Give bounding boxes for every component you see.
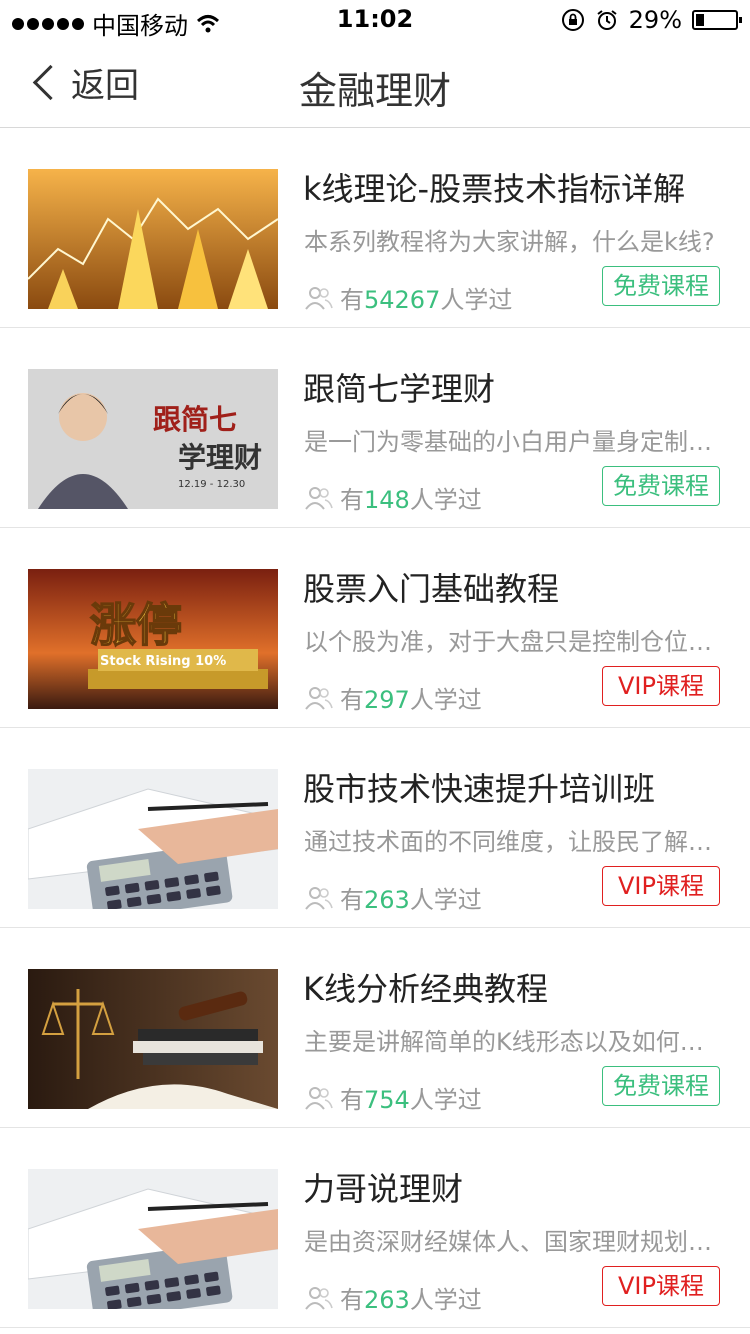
- status-bar: 中国移动 11:02 29%: [0, 0, 750, 40]
- course-thumbnail[interactable]: 涨停 Stock Rising 10%: [28, 569, 278, 709]
- page-title: 金融理财: [298, 69, 451, 113]
- course-tag[interactable]: 免费课程: [602, 466, 720, 506]
- course-description: 主要是讲解简单的K线形态以及如何…: [304, 1028, 704, 1056]
- course-thumbnail[interactable]: 跟简七 学理财 12.19 - 12.30: [28, 369, 278, 509]
- learners-prefix: 有: [340, 1086, 364, 1114]
- users-icon: [305, 486, 333, 510]
- svg-text:学理财: 学理财: [178, 441, 262, 474]
- battery-percent: 29%: [628, 6, 682, 34]
- course-title: 力哥说理财: [303, 1170, 464, 1208]
- svg-text:跟简七: 跟简七: [153, 403, 237, 436]
- learners-prefix: 有: [340, 286, 364, 314]
- course-item[interactable]: k线理论-股票技术指标详解 本系列教程将为大家讲解，什么是k线? 有54267人…: [0, 128, 750, 328]
- course-tag[interactable]: 免费课程: [602, 266, 720, 306]
- course-item[interactable]: 力哥说理财 是由资深财经媒体人、国家理财规划… 有263人学过 VIP课程: [0, 1128, 750, 1328]
- course-title: 股市技术快速提升培训班: [303, 770, 656, 808]
- users-icon: [305, 1286, 333, 1310]
- course-thumbnail[interactable]: [28, 769, 278, 909]
- course-description: 本系列教程将为大家讲解，什么是k线?: [304, 228, 715, 256]
- course-item[interactable]: 跟简七 学理财 12.19 - 12.30 跟简七学理财 是一门为零基础的小白用…: [0, 328, 750, 528]
- learners-count: 有263人学过: [304, 1280, 482, 1315]
- status-right: 29%: [561, 6, 742, 34]
- learners-suffix: 人学过: [409, 886, 482, 914]
- learners-suffix: 人学过: [409, 1286, 482, 1314]
- course-description: 是一门为零基础的小白用户量身定制…: [304, 428, 712, 456]
- course-description: 通过技术面的不同维度，让股民了解…: [304, 828, 712, 856]
- learners-prefix: 有: [340, 1286, 364, 1314]
- learners-suffix: 人学过: [409, 1086, 482, 1114]
- course-tag[interactable]: VIP课程: [602, 1266, 720, 1306]
- learners-prefix: 有: [340, 886, 364, 914]
- course-item[interactable]: K线分析经典教程 主要是讲解简单的K线形态以及如何… 有754人学过 免费课程: [0, 928, 750, 1128]
- course-list: k线理论-股票技术指标详解 本系列教程将为大家讲解，什么是k线? 有54267人…: [0, 128, 750, 1328]
- course-title: k线理论-股票技术指标详解: [303, 170, 686, 208]
- learners-number: 263: [364, 1286, 410, 1314]
- learners-number: 263: [364, 886, 410, 914]
- learners-number: 297: [364, 686, 410, 714]
- course-title: 股票入门基础教程: [303, 570, 560, 608]
- learners-count: 有297人学过: [304, 680, 482, 715]
- course-thumbnail[interactable]: [28, 169, 278, 309]
- learners-number: 54267: [364, 286, 441, 314]
- course-thumbnail[interactable]: [28, 1169, 278, 1309]
- svg-text:12.19 - 12.30: 12.19 - 12.30: [178, 479, 245, 490]
- users-icon: [305, 1086, 333, 1110]
- rotation-lock-icon: [561, 9, 584, 31]
- course-item[interactable]: 涨停 Stock Rising 10% 股票入门基础教程 以个股为准，对于大盘只…: [0, 528, 750, 728]
- course-tag[interactable]: 免费课程: [602, 1066, 720, 1106]
- learners-number: 148: [364, 486, 410, 514]
- course-thumbnail[interactable]: [28, 969, 278, 1109]
- nav-bar: 返回 金融理财: [0, 40, 750, 128]
- course-title: K线分析经典教程: [303, 970, 548, 1008]
- learners-count: 有54267人学过: [304, 280, 512, 315]
- learners-count: 有754人学过: [304, 1080, 482, 1115]
- course-item[interactable]: 股市技术快速提升培训班 通过技术面的不同维度，让股民了解… 有263人学过 VI…: [0, 728, 750, 928]
- course-tag[interactable]: VIP课程: [602, 866, 720, 906]
- battery-icon: [692, 10, 742, 30]
- learners-prefix: 有: [340, 486, 364, 514]
- course-description: 是由资深财经媒体人、国家理财规划…: [304, 1228, 712, 1256]
- course-description: 以个股为准，对于大盘只是控制仓位…: [304, 628, 712, 656]
- learners-suffix: 人学过: [440, 286, 513, 314]
- svg-text:涨停: 涨停: [90, 598, 182, 652]
- learners-suffix: 人学过: [409, 486, 482, 514]
- course-title: 跟简七学理财: [303, 370, 496, 408]
- learners-count: 有263人学过: [304, 880, 482, 915]
- users-icon: [305, 286, 333, 310]
- learners-number: 754: [364, 1086, 410, 1114]
- course-tag[interactable]: VIP课程: [602, 666, 720, 706]
- learners-count: 有148人学过: [304, 480, 482, 515]
- learners-suffix: 人学过: [409, 686, 482, 714]
- svg-text:Stock Rising 10%: Stock Rising 10%: [100, 654, 226, 669]
- users-icon: [305, 686, 333, 710]
- learners-prefix: 有: [340, 686, 364, 714]
- alarm-icon: [597, 10, 617, 30]
- users-icon: [305, 886, 333, 910]
